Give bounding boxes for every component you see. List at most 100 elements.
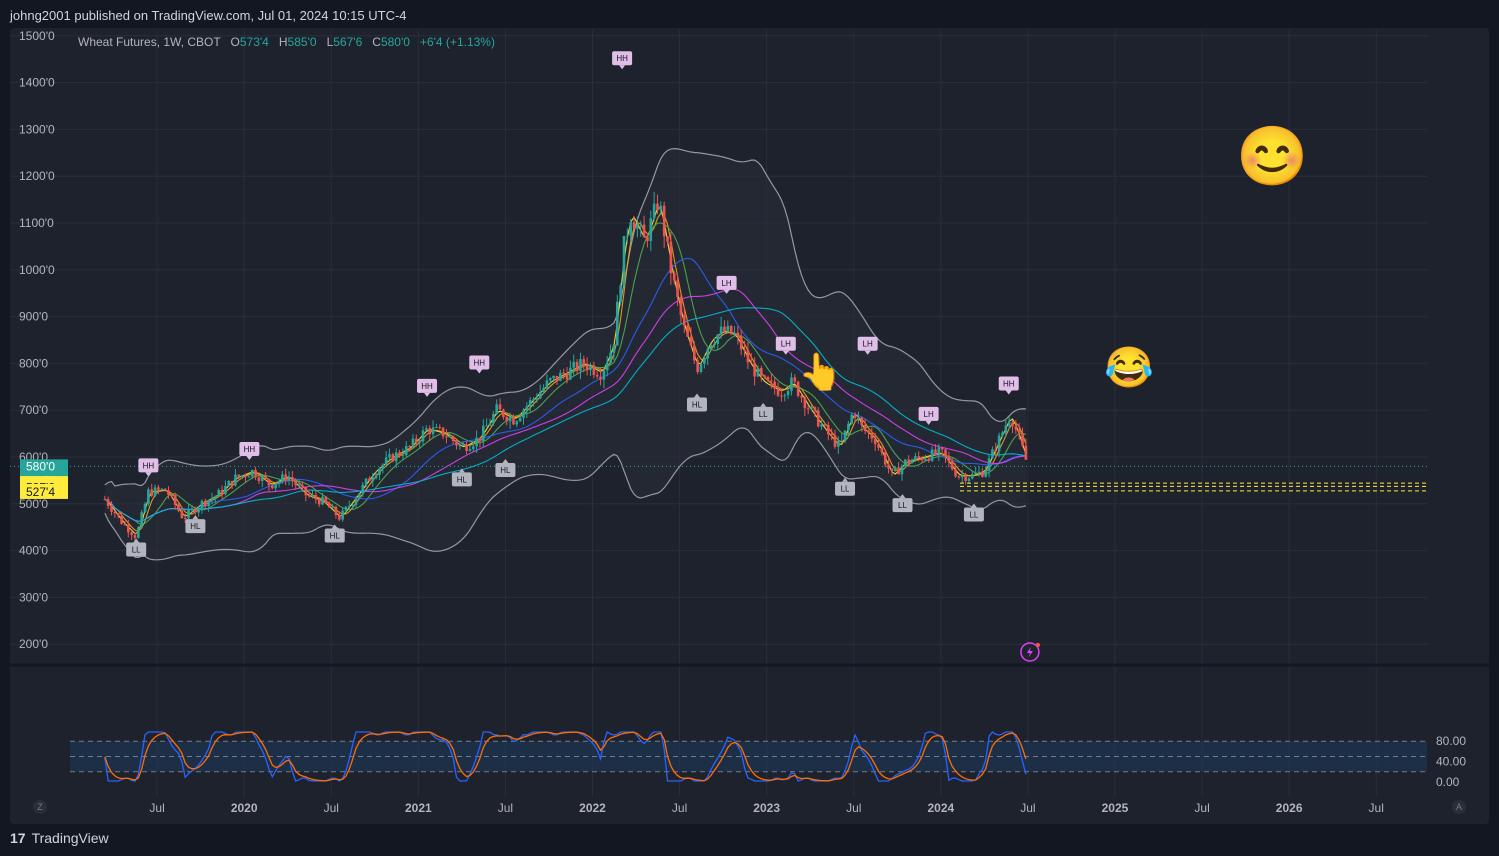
candle-body <box>441 427 445 437</box>
candle-body <box>143 503 147 513</box>
y-tick-label: 400'0 <box>19 544 48 558</box>
candle-body <box>431 427 435 435</box>
x-tick-label: 2024 <box>927 801 954 815</box>
candle-body <box>505 417 509 422</box>
candle-body <box>448 436 452 438</box>
candle-body <box>820 424 823 427</box>
candle-body <box>384 457 388 465</box>
candle-body <box>1024 445 1028 460</box>
candle-body <box>883 452 887 465</box>
candle-body <box>756 368 760 377</box>
candle-body <box>334 506 338 516</box>
candle-body <box>776 388 780 396</box>
candle-body <box>783 395 787 397</box>
candle-body <box>914 456 917 461</box>
candle-body <box>629 222 632 236</box>
pivot-pointer <box>619 65 626 70</box>
pivot-pointer <box>476 369 483 374</box>
candle-body <box>528 399 532 407</box>
candle-body <box>297 485 301 487</box>
candle-body <box>425 428 428 431</box>
pivot-label: HL <box>330 532 341 541</box>
pivot-label: LH <box>781 340 791 349</box>
candle-body <box>719 326 723 335</box>
candle-body <box>716 334 720 344</box>
candle-body <box>247 476 251 478</box>
candle-body <box>726 325 730 332</box>
candle-body <box>605 362 609 371</box>
candle-body <box>435 426 438 428</box>
candle-body <box>160 488 164 490</box>
x-tick-label: Jul <box>324 801 339 815</box>
candle-body <box>545 380 549 388</box>
candle-body <box>126 524 130 533</box>
candle-body <box>676 280 679 298</box>
candle-body <box>904 459 907 467</box>
pivot-marker: HH <box>998 376 1019 395</box>
candle-body <box>468 449 472 451</box>
candle-body <box>287 477 291 481</box>
candle-body <box>565 374 569 380</box>
candle-body <box>157 487 160 490</box>
candle-body <box>672 273 676 281</box>
symbol-legend: Wheat Futures, 1W, CBOT O573'4 H585'0 L5… <box>78 35 495 49</box>
candle-body <box>291 477 294 482</box>
candle-body <box>592 365 596 375</box>
candle-body <box>230 481 234 486</box>
candle-body <box>220 489 224 495</box>
candle-body <box>622 235 626 286</box>
candle-body <box>920 457 924 461</box>
symbol-name: Wheat Futures, 1W, CBOT <box>78 35 221 49</box>
candle-body <box>555 375 559 381</box>
candle-body <box>240 475 244 477</box>
footer-brand[interactable]: TradingView <box>32 830 109 846</box>
x-tick-label: 2023 <box>753 801 780 815</box>
candle-body <box>364 478 368 485</box>
pivot-label: LL <box>759 410 768 419</box>
candle-body <box>954 469 957 477</box>
auto-scale-right-button[interactable]: A <box>1452 800 1466 814</box>
candle-body <box>579 359 582 372</box>
auto-scale-left-button[interactable]: Z <box>33 800 47 814</box>
candle-body <box>311 495 314 497</box>
candle-body <box>937 447 941 455</box>
candle-body <box>559 372 562 381</box>
candle-body <box>877 444 880 448</box>
candle-body <box>173 495 177 505</box>
x-tick-label: 2020 <box>231 801 258 815</box>
candle-body <box>498 404 502 410</box>
candle-body <box>636 225 639 229</box>
candle-body <box>960 475 964 478</box>
candle-body <box>977 471 981 473</box>
candle-body <box>924 459 927 461</box>
candle-body <box>327 502 331 508</box>
laugh-emoji: 😂 <box>1104 346 1154 390</box>
candle-body <box>793 377 797 382</box>
pivot-label: HH <box>244 445 256 454</box>
x-tick-label: Jul <box>1194 801 1209 815</box>
candle-body <box>682 315 686 326</box>
candle-body <box>170 494 174 496</box>
candle-body <box>411 438 415 447</box>
candle-body <box>1017 429 1021 434</box>
candle-body <box>659 205 663 211</box>
pivot-pointer <box>424 392 431 397</box>
candle-body <box>649 218 653 242</box>
point-up-emoji: 👆 <box>798 351 843 392</box>
candle-body <box>652 203 656 219</box>
y-tick-label: 1400'0 <box>19 76 55 90</box>
candle-body <box>847 423 850 431</box>
candle-body <box>451 436 455 442</box>
candle-body <box>569 367 572 380</box>
candle-body <box>759 368 763 376</box>
candle-body <box>981 471 984 477</box>
candle-body <box>786 391 790 396</box>
candle-body <box>120 515 123 524</box>
candle-body <box>853 414 857 418</box>
x-tick-label: 2022 <box>579 801 606 815</box>
candle-body <box>873 438 877 445</box>
x-tick-label: 2026 <box>1276 801 1303 815</box>
pivot-marker: HH <box>469 355 490 374</box>
candle-body <box>743 349 746 351</box>
candle-body <box>1011 422 1014 427</box>
